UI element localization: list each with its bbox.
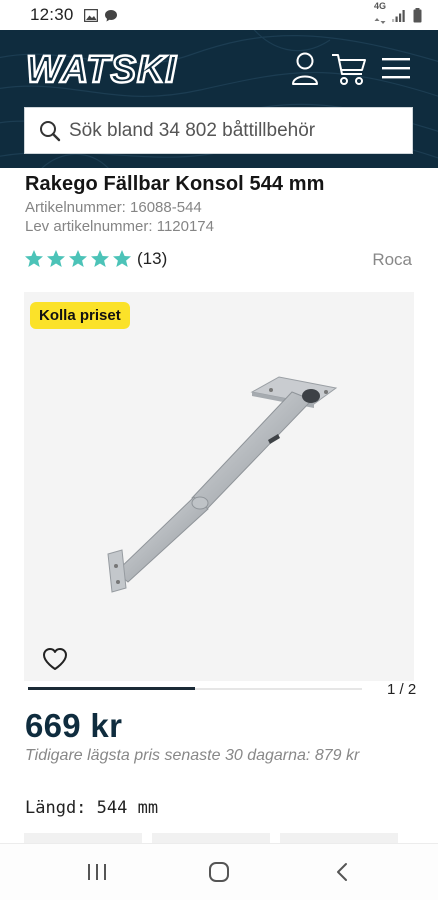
system-nav-bar xyxy=(0,843,438,900)
recents-icon xyxy=(88,864,106,880)
rating[interactable]: (13) xyxy=(24,249,167,269)
gallery-counter: 1 / 2 xyxy=(387,681,417,698)
product-image-gallery[interactable]: Kolla priset xyxy=(24,292,414,681)
favorite-button[interactable] xyxy=(42,647,68,676)
article-number: Artikelnummer: 16088-544 xyxy=(25,199,202,216)
data-arrows-icon xyxy=(374,17,386,24)
star-icon xyxy=(113,250,131,267)
back-button[interactable] xyxy=(334,862,350,887)
product-price: 669 kr xyxy=(25,707,123,744)
menu-icon xyxy=(382,58,410,79)
cart-button[interactable] xyxy=(331,52,367,91)
home-button[interactable] xyxy=(208,862,230,887)
status-time: 12:30 xyxy=(30,5,74,24)
supplier-article-number: Lev artikelnummer: 1120174 xyxy=(25,218,214,235)
check-price-badge[interactable]: Kolla priset xyxy=(30,302,130,329)
star-icon xyxy=(47,250,65,267)
account-icon xyxy=(292,52,318,85)
star-icon xyxy=(91,250,109,267)
watski-logo[interactable]: WATSKI xyxy=(24,50,194,88)
status-bar: 12:30 4G xyxy=(0,0,438,30)
heart-icon xyxy=(43,648,67,670)
option-tiles xyxy=(24,833,398,843)
svg-text:WATSKI: WATSKI xyxy=(26,50,177,88)
network-icon: 4G xyxy=(374,1,386,29)
star-icon xyxy=(69,250,87,267)
search-icon xyxy=(40,120,61,141)
brand-link[interactable]: Roca xyxy=(372,250,412,270)
variant-length: Längd: 544 mm xyxy=(25,798,159,818)
star-icon xyxy=(25,250,43,267)
search-input[interactable] xyxy=(69,119,389,142)
battery-icon xyxy=(413,7,422,22)
account-button[interactable] xyxy=(291,52,319,91)
cart-icon xyxy=(332,54,366,85)
menu-button[interactable] xyxy=(381,56,411,85)
option-tile[interactable] xyxy=(152,833,270,843)
image-icon xyxy=(83,8,98,22)
gallery-progress xyxy=(28,687,362,690)
gallery-progress-fill xyxy=(28,687,195,690)
option-tile[interactable] xyxy=(24,833,142,843)
signal-icon xyxy=(392,9,405,22)
rating-count[interactable]: (13) xyxy=(137,249,167,269)
product-image xyxy=(107,376,338,593)
previous-lowest-price: Tidigare lägsta pris senaste 30 dagarna:… xyxy=(25,747,360,764)
product-title: Rakego Fällbar Konsol 544 mm xyxy=(25,173,325,195)
option-tile[interactable] xyxy=(280,833,398,843)
search-bar[interactable] xyxy=(24,107,413,154)
back-icon xyxy=(337,863,347,881)
site-header: WATSKI xyxy=(0,30,438,168)
chat-bubble-icon xyxy=(104,9,117,21)
recents-button[interactable] xyxy=(86,862,108,887)
home-icon xyxy=(209,862,229,882)
